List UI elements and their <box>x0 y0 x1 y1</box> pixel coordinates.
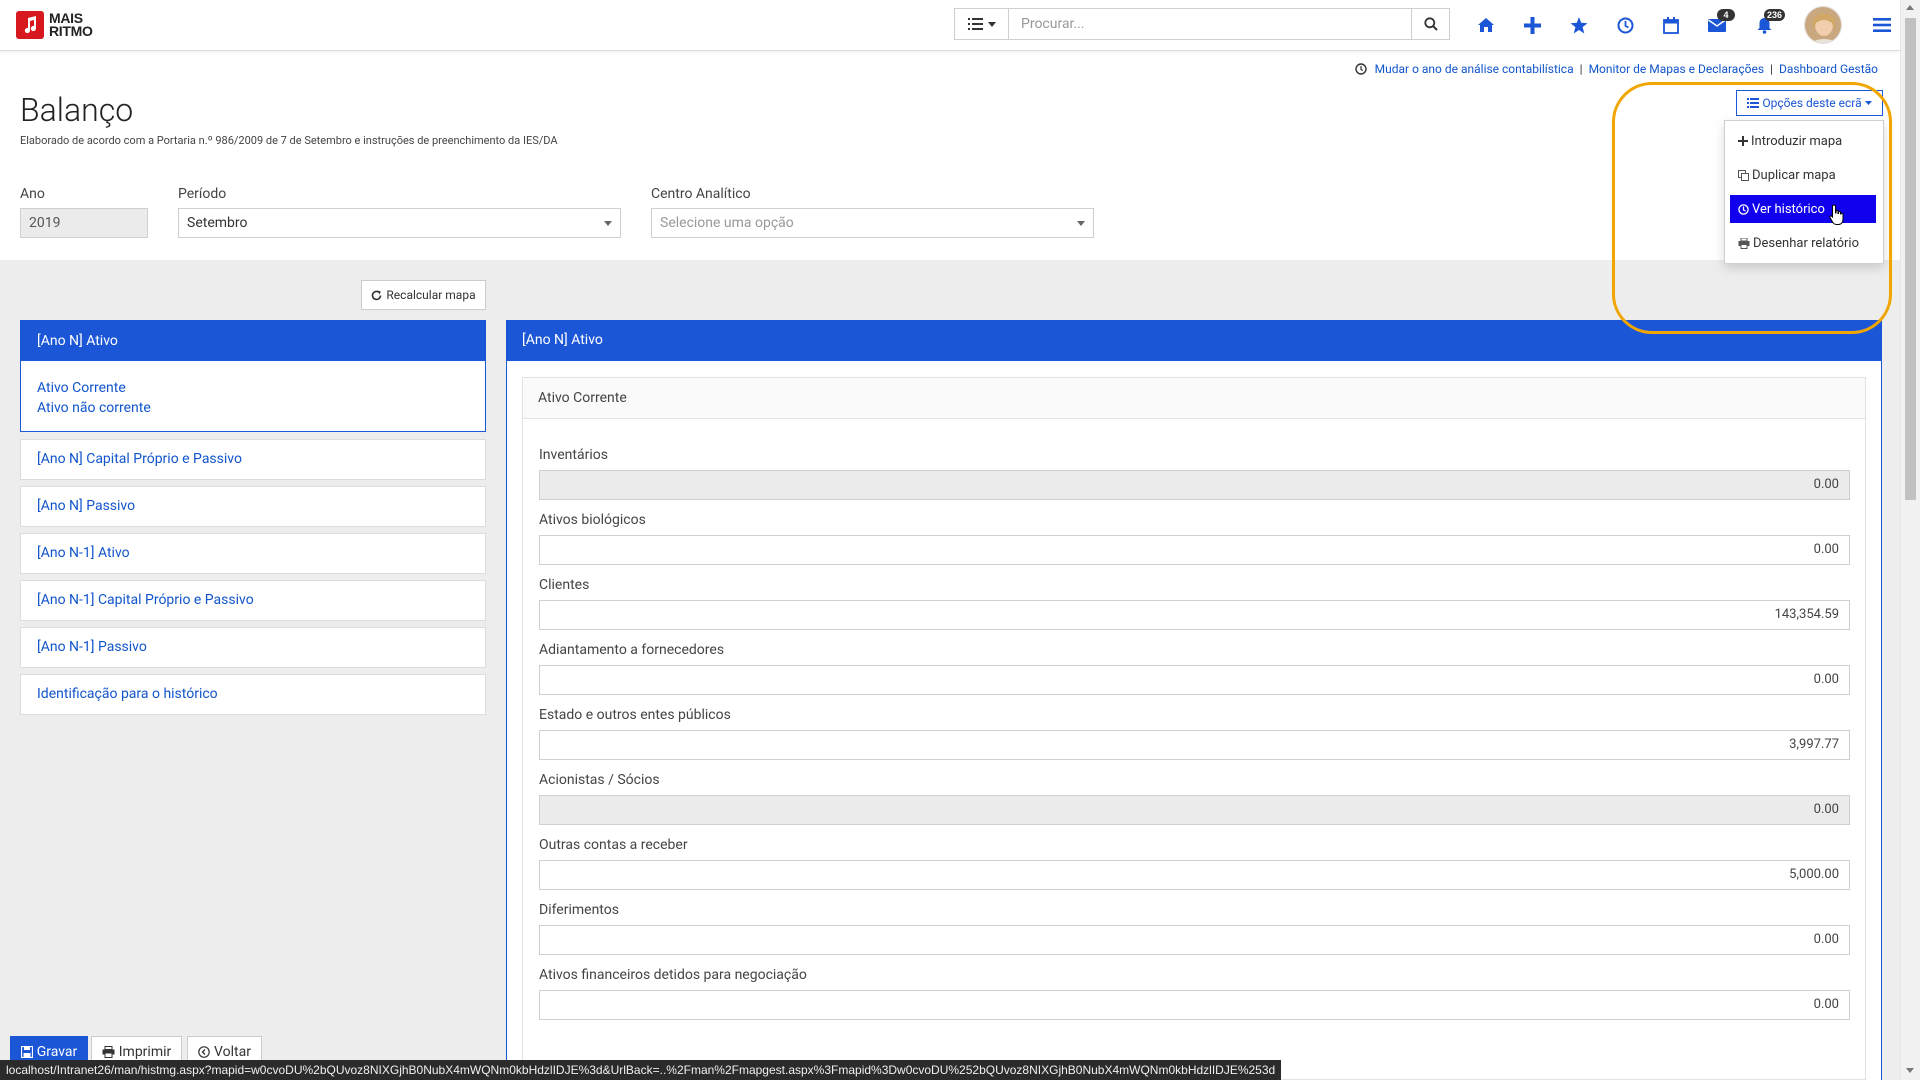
scroll-down-arrow-icon[interactable] <box>1906 1068 1914 1073</box>
caret-down-icon <box>987 21 996 27</box>
panel-header: [Ano N] Ativo <box>506 320 1882 361</box>
link-ativo-corrente[interactable]: Ativo Corrente <box>37 378 469 398</box>
plus-icon <box>1738 136 1748 146</box>
scrollbar-thumb[interactable] <box>1905 18 1916 500</box>
list-icon <box>967 18 983 30</box>
caret-down-icon <box>1077 221 1085 226</box>
history-clock-icon <box>1738 203 1749 215</box>
menu-item-duplicate-map[interactable]: Duplicar mapa <box>1730 161 1876 189</box>
search-group <box>954 8 1450 40</box>
back-arrow-icon <box>198 1046 210 1058</box>
brand-logo[interactable]: MAIS RITMO <box>16 11 93 39</box>
hamburger-menu-icon[interactable] <box>1870 13 1894 37</box>
link-ativo-nao-corrente[interactable]: Ativo não corrente <box>37 398 469 418</box>
field-label: Diferimentos <box>539 902 619 918</box>
page-subtitle: Elaborado de acordo com a Portaria n.º 9… <box>20 134 558 147</box>
save-disk-icon <box>20 1046 33 1058</box>
music-note-icon <box>16 11 44 39</box>
page-title: Balanço <box>20 91 134 129</box>
search-button[interactable] <box>1412 8 1450 40</box>
year-field: 2019 <box>20 208 148 238</box>
field-label: Estado e outros entes públicos <box>539 707 731 723</box>
hand-cursor-icon <box>1829 204 1845 226</box>
section-ano-n-capital-proprio-passivo[interactable]: [Ano N] Capital Próprio e Passivo <box>20 439 486 480</box>
link-change-analysis-year[interactable]: Mudar o ano de análise contabilística <box>1375 62 1574 76</box>
print-icon <box>1738 237 1750 249</box>
section-history-identification[interactable]: Identificação para o histórico <box>20 674 486 715</box>
screen-options-dropdown: Introduzir mapa Duplicar mapa Ver histór… <box>1724 120 1884 264</box>
section-ano-n-passivo[interactable]: [Ano N] Passivo <box>20 486 486 527</box>
plus-icon[interactable] <box>1520 13 1544 37</box>
outras-contas-receber-input[interactable]: 5,000.00 <box>539 860 1850 890</box>
link-dashboard[interactable]: Dashboard Gestão <box>1779 62 1878 76</box>
copy-icon <box>1738 169 1749 181</box>
clock-icon <box>1354 63 1367 75</box>
top-navbar: MAIS RITMO 4 <box>0 0 1900 51</box>
refresh-icon <box>371 290 382 301</box>
list-icon <box>1747 98 1760 108</box>
caret-down-icon <box>1864 101 1872 105</box>
messages-envelope-icon[interactable]: 4 <box>1705 9 1735 37</box>
print-icon <box>102 1046 115 1058</box>
ativos-biologicos-input[interactable]: 0.00 <box>539 535 1850 565</box>
field-label: Inventários <box>539 447 608 463</box>
notifications-badge: 236 <box>1764 9 1786 21</box>
messages-badge: 4 <box>1717 9 1735 21</box>
field-label: Ativos biológicos <box>539 512 646 528</box>
field-label: Outras contas a receber <box>539 837 688 853</box>
section-ano-n1-capital-proprio-passivo[interactable]: [Ano N-1] Capital Próprio e Passivo <box>20 580 486 621</box>
field-label: Ativos financeiros detidos para negociaç… <box>539 967 807 983</box>
caret-down-icon <box>604 221 612 226</box>
ativos-financeiros-negociacao-input[interactable]: 0.00 <box>539 990 1850 1020</box>
search-icon <box>1423 17 1438 31</box>
menu-item-introduce-map[interactable]: Introduzir mapa <box>1730 127 1876 155</box>
period-select[interactable]: Setembro <box>178 208 621 238</box>
analytic-center-label: Centro Analítico <box>651 186 751 202</box>
acionistas-socios-input: 0.00 <box>539 795 1850 825</box>
calendar-icon[interactable] <box>1659 13 1683 37</box>
home-icon[interactable] <box>1474 13 1498 37</box>
field-label: Acionistas / Sócios <box>539 772 660 788</box>
menu-item-view-history[interactable]: Ver histórico <box>1730 195 1876 223</box>
period-label: Período <box>178 186 227 202</box>
section-ano-n-ativo-links: Ativo Corrente Ativo não corrente <box>20 361 486 432</box>
menu-item-design-report[interactable]: Desenhar relatório <box>1730 229 1876 257</box>
field-label: Clientes <box>539 577 590 593</box>
top-links: Mudar o ano de análise contabilística | … <box>1354 62 1878 76</box>
inventarios-input: 0.00 <box>539 470 1850 500</box>
ativo-corrente-heading: Ativo Corrente <box>523 378 1865 419</box>
notifications-bell-icon[interactable]: 236 <box>1752 9 1786 37</box>
adiantamento-fornecedores-input[interactable]: 0.00 <box>539 665 1850 695</box>
field-label: Adiantamento a fornecedores <box>539 642 725 658</box>
history-clock-icon[interactable] <box>1613 13 1637 37</box>
year-label: Ano <box>20 186 45 202</box>
scroll-up-arrow-icon[interactable] <box>1906 5 1914 10</box>
section-ano-n-ativo[interactable]: [Ano N] Ativo <box>20 320 486 361</box>
screen-options-button[interactable]: Opções deste ecrã <box>1736 90 1883 116</box>
clientes-input[interactable]: 143,354.59 <box>539 600 1850 630</box>
recalculate-map-button[interactable]: Recalcular mapa <box>361 280 486 310</box>
browser-status-url: localhost/Intranet26/man/histmg.aspx?map… <box>0 1060 1282 1080</box>
link-maps-monitor[interactable]: Monitor de Mapas e Declarações <box>1589 62 1764 76</box>
user-avatar[interactable] <box>1804 6 1842 44</box>
search-input[interactable] <box>1008 8 1412 40</box>
estado-entes-publicos-input[interactable]: 3,997.77 <box>539 730 1850 760</box>
diferimentos-input[interactable]: 0.00 <box>539 925 1850 955</box>
section-ano-n1-ativo[interactable]: [Ano N-1] Ativo <box>20 533 486 574</box>
brand-name: MAIS RITMO <box>49 10 93 39</box>
section-ano-n1-passivo[interactable]: [Ano N-1] Passivo <box>20 627 486 668</box>
star-icon[interactable] <box>1567 13 1591 37</box>
analytic-center-select[interactable]: Selecione uma opção <box>651 208 1094 238</box>
search-scope-button[interactable] <box>954 8 1008 40</box>
